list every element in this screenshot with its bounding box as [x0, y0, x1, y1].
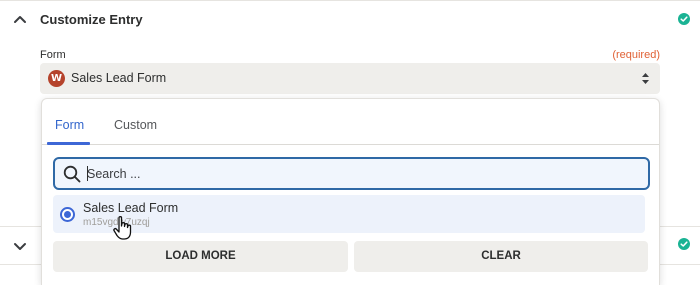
form-select[interactable]: W Sales Lead Form [40, 63, 660, 94]
option-title: Sales Lead Form [83, 201, 179, 215]
check-circle-icon [678, 13, 690, 25]
active-tab-indicator [47, 142, 90, 145]
hand-pointer-icon [113, 216, 132, 240]
search-box[interactable] [53, 157, 650, 190]
list-item[interactable]: Sales Lead Form m15vgdw7uzqj [53, 195, 645, 233]
app-logo: W [48, 70, 65, 87]
chevron-down-icon[interactable] [12, 238, 28, 254]
chevron-up-icon[interactable] [12, 11, 28, 27]
radio-selected[interactable] [60, 207, 75, 222]
dropdown-tabs: Form Custom [42, 99, 659, 145]
search-icon [63, 165, 81, 183]
load-more-button[interactable]: LOAD MORE [53, 241, 348, 272]
clear-button[interactable]: CLEAR [354, 241, 648, 272]
section-title: Customize Entry [40, 12, 143, 27]
search-input[interactable] [87, 161, 637, 186]
required-indicator: (required) [612, 49, 660, 61]
form-field-label: Form [40, 49, 66, 61]
form-dropdown-popup: Form Custom Sales Lead Form m15vgdw7uzqj… [41, 98, 660, 285]
form-select-value: Sales Lead Form [71, 71, 167, 85]
tab-form[interactable]: Form [55, 118, 84, 132]
check-circle-icon [678, 238, 690, 250]
sort-arrows-icon [642, 73, 649, 84]
text-caret [87, 166, 88, 181]
customize-entry-header[interactable]: Customize Entry [0, 1, 700, 39]
tab-custom[interactable]: Custom [114, 118, 157, 132]
